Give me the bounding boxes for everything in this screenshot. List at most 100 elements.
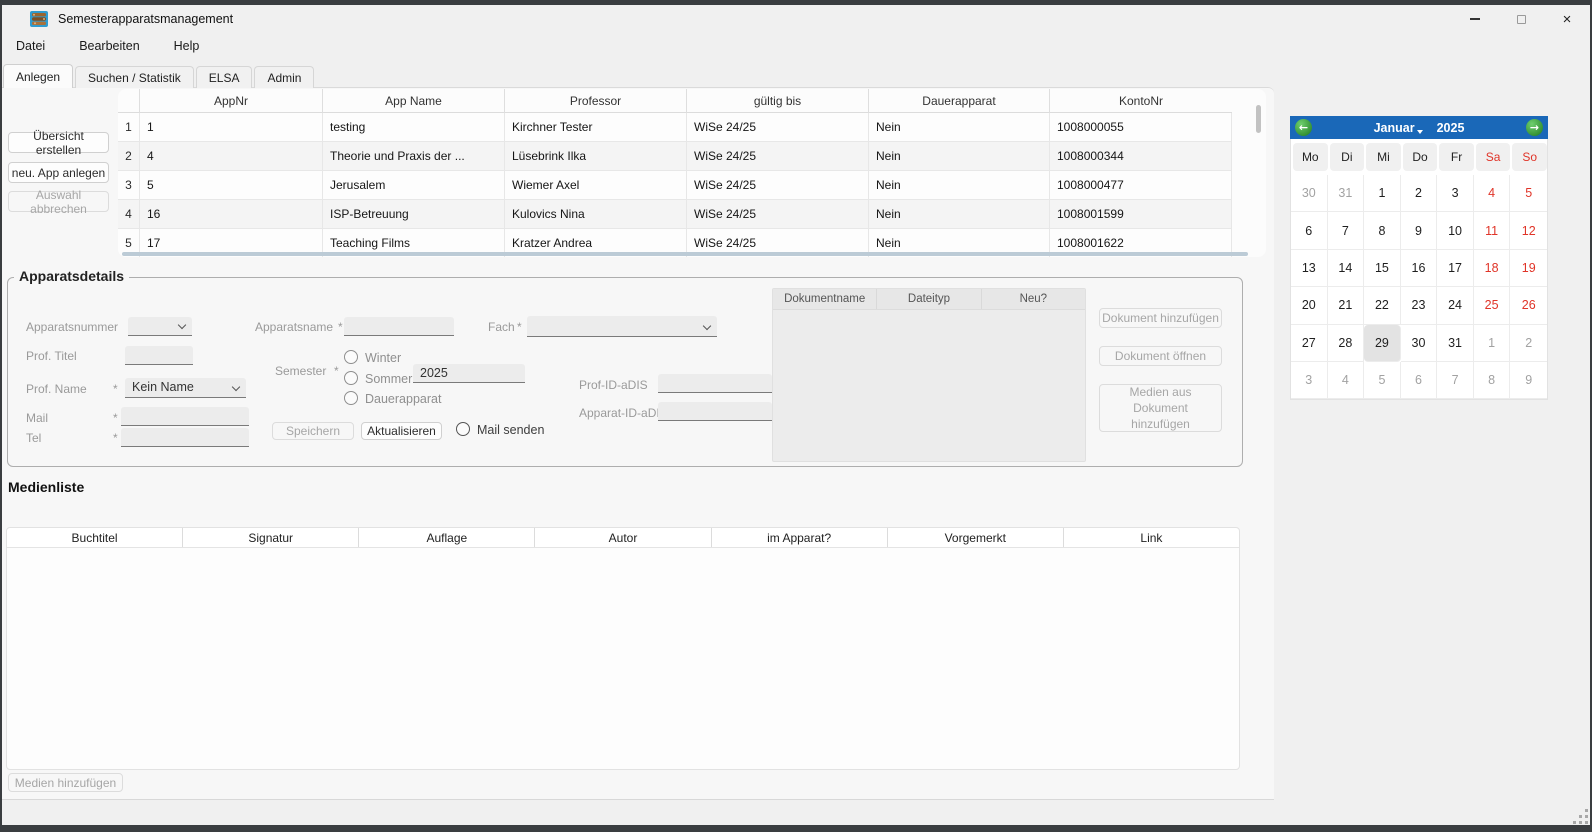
medien-col-signatur[interactable]: Signatur — [183, 528, 359, 547]
calendar-day[interactable]: 1 — [1364, 175, 1401, 212]
table-row[interactable]: 35JerusalemWiemer AxelWiSe 24/25Nein1008… — [118, 171, 1232, 200]
col-header-app-name[interactable]: App Name — [323, 89, 505, 113]
medien-col-vorgemerkt[interactable]: Vorgemerkt — [888, 528, 1064, 547]
medien-col-im-apparat[interactable]: im Apparat? — [712, 528, 888, 547]
tab-elsa[interactable]: ELSA — [196, 66, 253, 88]
col-header-appnr[interactable]: AppNr — [140, 89, 323, 113]
table-row[interactable]: 11testingKirchner TesterWiSe 24/25Nein10… — [118, 113, 1232, 142]
doc-col-dokumentname[interactable]: Dokumentname — [773, 289, 877, 309]
calendar-day[interactable]: 5 — [1364, 362, 1401, 399]
calendar-day[interactable]: 5 — [1510, 175, 1547, 212]
calendar-day-today[interactable]: 29 — [1364, 325, 1401, 362]
medien-col-buchtitel[interactable]: Buchtitel — [7, 528, 183, 547]
calendar-day[interactable]: 19 — [1510, 250, 1547, 287]
minimize-button[interactable] — [1452, 5, 1498, 33]
calendar-day[interactable]: 26 — [1510, 287, 1547, 324]
calendar-day[interactable]: 15 — [1364, 250, 1401, 287]
calendar-day[interactable]: 23 — [1401, 287, 1438, 324]
speichern-button[interactable]: Speichern — [272, 422, 354, 440]
neu-app-anlegen-button[interactable]: neu. App anlegen — [8, 162, 109, 183]
calendar-day[interactable]: 14 — [1328, 250, 1365, 287]
calendar-day[interactable]: 8 — [1474, 362, 1511, 399]
col-header-professor[interactable]: Professor — [505, 89, 687, 113]
calendar-day[interactable]: 10 — [1437, 212, 1474, 249]
calendar-day[interactable]: 6 — [1401, 362, 1438, 399]
calendar-day[interactable]: 21 — [1328, 287, 1365, 324]
apparatsnummer-select[interactable] — [128, 317, 192, 336]
mail-input[interactable] — [121, 407, 249, 426]
calendar-day[interactable]: 17 — [1437, 250, 1474, 287]
vertical-scrollbar[interactable] — [1256, 105, 1261, 133]
calendar-day[interactable]: 7 — [1328, 212, 1365, 249]
apparatsname-input[interactable] — [344, 317, 454, 336]
calendar-day[interactable]: 20 — [1291, 287, 1328, 324]
aktualisieren-button[interactable]: Aktualisieren — [361, 422, 442, 440]
medien-col-auflage[interactable]: Auflage — [359, 528, 535, 547]
calendar-day[interactable]: 9 — [1510, 362, 1547, 399]
calendar-day[interactable]: 16 — [1401, 250, 1438, 287]
calendar-day[interactable]: 13 — [1291, 250, 1328, 287]
calendar-day[interactable]: 22 — [1364, 287, 1401, 324]
menu-datei[interactable]: Datei — [10, 36, 51, 58]
dokument-hinzufuegen-button[interactable]: Dokument hinzufügen — [1099, 308, 1222, 328]
calendar-title[interactable]: Januar 2025 — [1374, 121, 1465, 135]
calendar-day[interactable]: 4 — [1474, 175, 1511, 212]
medien-hinzufuegen-button[interactable]: Medien hinzufügen — [8, 773, 123, 792]
tel-input[interactable] — [121, 428, 249, 447]
menu-bearbeiten[interactable]: Bearbeiten — [73, 36, 145, 58]
calendar-day[interactable]: 31 — [1328, 175, 1365, 212]
doc-col-neu[interactable]: Neu? — [982, 289, 1085, 309]
prof-id-adis-input[interactable] — [658, 374, 772, 393]
col-header-dauerapparat[interactable]: Dauerapparat — [869, 89, 1050, 113]
calendar-day[interactable]: 31 — [1437, 325, 1474, 362]
calendar-day[interactable]: 2 — [1510, 325, 1547, 362]
calendar-day[interactable]: 30 — [1291, 175, 1328, 212]
menu-help[interactable]: Help — [168, 36, 206, 58]
maximize-button[interactable] — [1498, 5, 1544, 33]
calendar-day[interactable]: 18 — [1474, 250, 1511, 287]
mail-senden-checkbox[interactable] — [456, 422, 470, 436]
calendar-day[interactable]: 4 — [1328, 362, 1365, 399]
col-header-g-ltig-bis[interactable]: gültig bis — [687, 89, 869, 113]
auswahl-abbrechen-button[interactable]: Auswahl abbrechen — [8, 191, 109, 212]
medien-aus-dokument-button[interactable]: Medien aus Dokument hinzufügen — [1099, 384, 1222, 432]
prof-name-select[interactable]: Kein Name — [125, 378, 246, 398]
calendar-day[interactable]: 11 — [1474, 212, 1511, 249]
medien-col-link[interactable]: Link — [1064, 528, 1239, 547]
calendar-day[interactable]: 8 — [1364, 212, 1401, 249]
bersicht-erstellen-button[interactable]: Übersicht erstellen — [8, 132, 109, 153]
calendar-day[interactable]: 3 — [1291, 362, 1328, 399]
apparat-id-adis-input[interactable] — [658, 402, 772, 421]
tab-admin[interactable]: Admin — [254, 66, 314, 88]
winter-radio[interactable] — [344, 350, 358, 364]
calendar-day[interactable]: 28 — [1328, 325, 1365, 362]
calendar-next-month-button[interactable]: → — [1526, 119, 1543, 136]
calendar-day[interactable]: 30 — [1401, 325, 1438, 362]
horizontal-scrollbar[interactable] — [122, 252, 1248, 256]
calendar-day[interactable]: 1 — [1474, 325, 1511, 362]
calendar-day[interactable]: 6 — [1291, 212, 1328, 249]
tab-suchen-statistik[interactable]: Suchen / Statistik — [75, 66, 194, 88]
doc-col-dateityp[interactable]: Dateityp — [877, 289, 981, 309]
jahr-input[interactable]: 2025 — [413, 364, 525, 383]
resize-grip[interactable] — [1572, 808, 1588, 824]
medien-col-autor[interactable]: Autor — [535, 528, 711, 547]
calendar-day[interactable]: 3 — [1437, 175, 1474, 212]
calendar-day[interactable]: 25 — [1474, 287, 1511, 324]
calendar-day[interactable]: 2 — [1401, 175, 1438, 212]
sommer-radio[interactable] — [344, 371, 358, 385]
calendar-day[interactable]: 27 — [1291, 325, 1328, 362]
calendar-day[interactable]: 7 — [1437, 362, 1474, 399]
dokument-oeffnen-button[interactable]: Dokument öffnen — [1099, 346, 1222, 366]
calendar-day[interactable]: 9 — [1401, 212, 1438, 249]
table-row[interactable]: 24Theorie und Praxis der ...Lüsebrink Il… — [118, 142, 1232, 171]
col-header-kontonr[interactable]: KontoNr — [1050, 89, 1232, 113]
prof-titel-input[interactable] — [125, 346, 193, 365]
close-button[interactable]: × — [1544, 5, 1590, 33]
fach-select[interactable] — [527, 316, 717, 337]
calendar-day[interactable]: 24 — [1437, 287, 1474, 324]
dauerapparat-radio[interactable] — [344, 391, 358, 405]
tab-anlegen[interactable]: Anlegen — [3, 64, 73, 88]
calendar-prev-month-button[interactable]: ← — [1295, 119, 1312, 136]
table-row[interactable]: 416ISP-BetreuungKulovics NinaWiSe 24/25N… — [118, 200, 1232, 229]
